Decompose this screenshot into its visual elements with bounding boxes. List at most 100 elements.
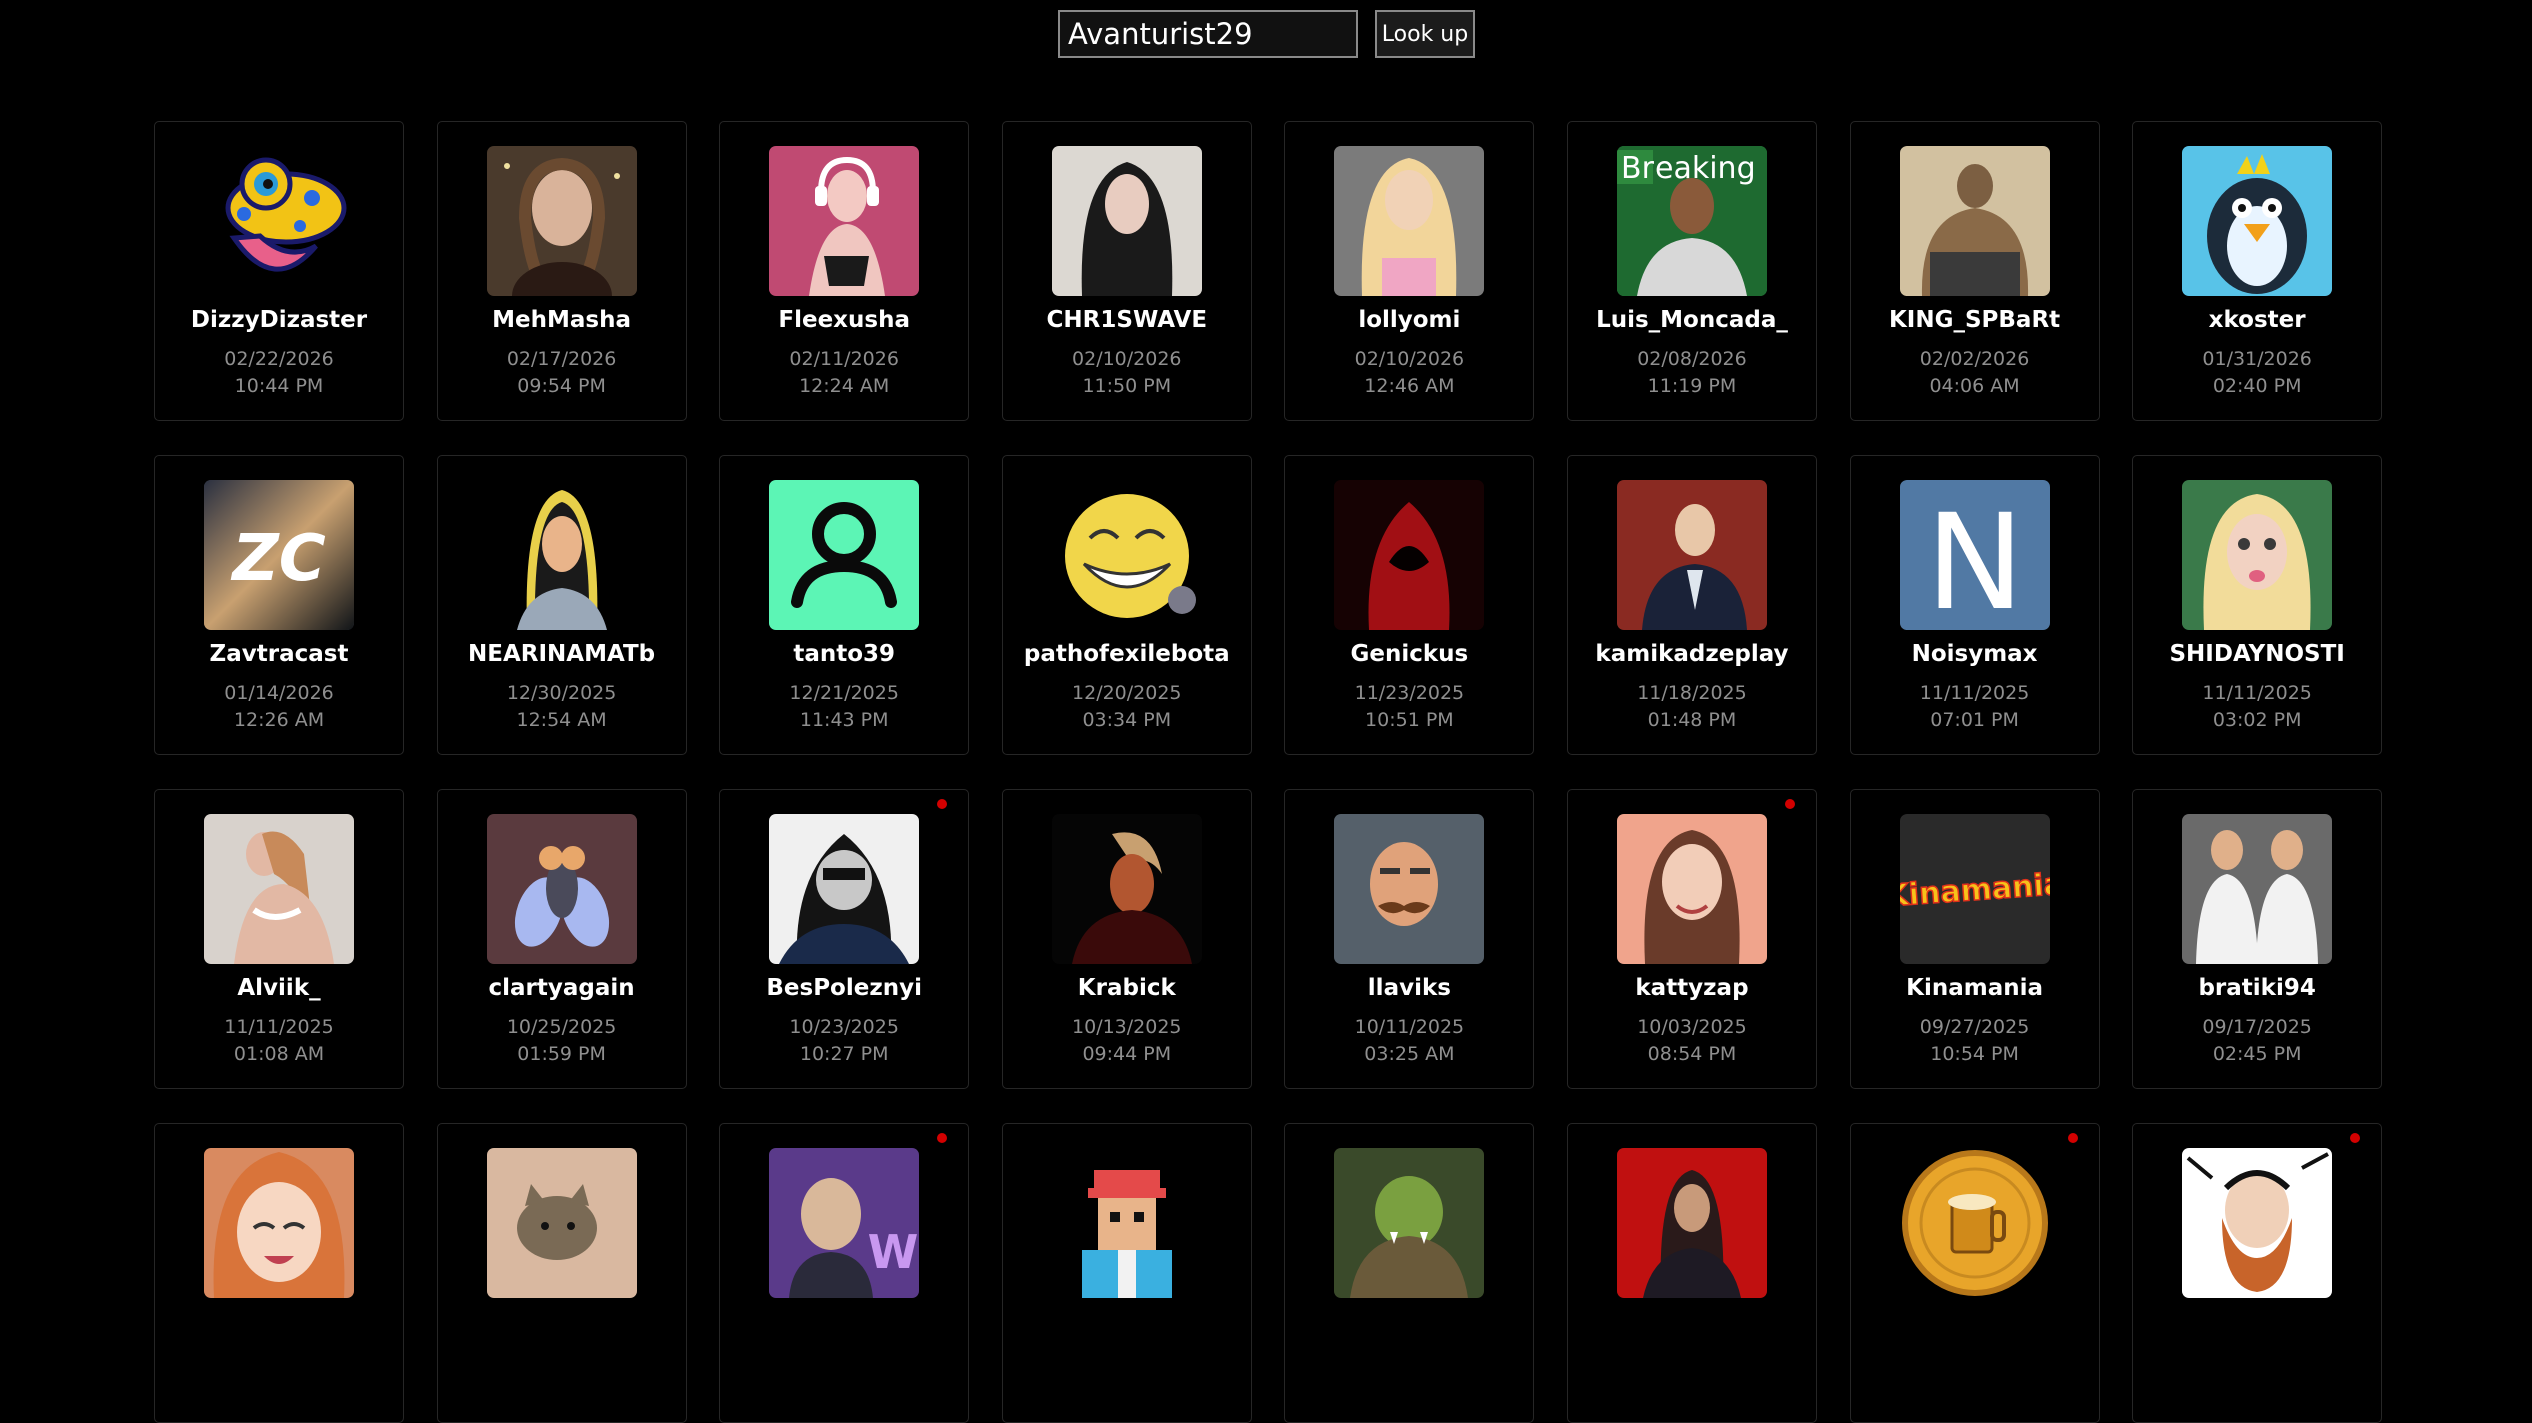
channel-card[interactable]: CHR1SWAVE 02/10/2026 11:50 PM	[1001, 121, 1252, 421]
masked-soldier-icon[interactable]	[769, 814, 920, 964]
look-up-button[interactable]: Look up	[1375, 10, 1475, 58]
pixel-character-icon[interactable]	[1051, 1148, 1202, 1298]
channel-name[interactable]: pathofexilebota	[1003, 641, 1251, 667]
channel-name[interactable]: bratiki94	[2133, 975, 2381, 1001]
channel-card[interactable]: SHIDAYNOSTI 11/11/2025 03:02 PM	[2132, 455, 2383, 755]
woman-red-background-icon[interactable]	[1616, 1148, 1767, 1298]
channel-card[interactable]	[154, 1123, 404, 1423]
live-indicator-dot	[1784, 799, 1795, 809]
dark-character-icon[interactable]	[1051, 814, 1202, 964]
channel-card[interactable]: W	[719, 1123, 970, 1423]
woman-dark-hair-icon[interactable]	[1051, 146, 1202, 296]
channel-card[interactable]: MehMasha 02/17/2026 09:54 PM	[436, 121, 687, 421]
channel-card[interactable]: NEARINAMATb 12/30/2025 12:54 AM	[436, 455, 687, 755]
follow-time: 02:45 PM	[2212, 1043, 2302, 1065]
breaking-bad-portrait-icon[interactable]: Br eaking	[1616, 146, 1767, 296]
channel-name[interactable]: lollyomi	[1285, 307, 1533, 333]
cat-icon[interactable]	[486, 1148, 637, 1298]
channel-card[interactable]: clartyagain 10/25/2025 01:59 PM	[436, 789, 687, 1089]
svg-text:eaking: eaking	[1655, 151, 1756, 186]
zc-logo-icon[interactable]: ZC	[204, 480, 354, 630]
svg-text:W: W	[868, 1225, 919, 1279]
channel-card[interactable]: kamikadzeplay 11/18/2025 01:48 PM	[1566, 455, 1817, 755]
fly-icon[interactable]	[486, 814, 637, 964]
channel-card[interactable]: pathofexilebota 12/20/2025 03:34 PM	[1001, 455, 1252, 755]
channel-card[interactable]: Krabick 10/13/2025 09:44 PM	[1001, 789, 1252, 1089]
channel-name[interactable]: DizzyDizaster	[155, 307, 403, 333]
channel-card[interactable]	[1284, 1123, 1535, 1423]
channel-card[interactable]	[2132, 1123, 2383, 1423]
channel-name[interactable]: tanto39	[720, 641, 968, 667]
channel-card[interactable]: llaviks 10/11/2025 03:25 AM	[1284, 789, 1535, 1089]
smiling-woman-icon[interactable]	[1616, 814, 1767, 964]
channel-name[interactable]: kamikadzeplay	[1568, 641, 1816, 667]
orc-warrior-icon[interactable]	[1334, 1148, 1485, 1298]
channel-card[interactable]: KING_SPBaRt 02/02/2026 04:06 AM	[1849, 121, 2100, 421]
cartoon-woman-icon[interactable]	[486, 480, 637, 630]
channel-card[interactable]	[436, 1123, 687, 1423]
channel-name[interactable]: NEARINAMATb	[438, 641, 686, 667]
channel-card[interactable]: Kinamania Kinamania 09/27/2025 10:54 PM	[1849, 789, 2100, 1089]
user-silhouette-icon[interactable]	[769, 480, 920, 630]
channel-name[interactable]: kattyzap	[1568, 975, 1816, 1001]
two-muscle-men-icon[interactable]	[2182, 814, 2333, 964]
bald-man-icon[interactable]: W	[769, 1148, 920, 1298]
channel-card[interactable]: Genickus 11/23/2025 10:51 PM	[1284, 455, 1535, 755]
channel-card[interactable]: bratiki94 09/17/2025 02:45 PM	[2132, 789, 2383, 1089]
penguin-icon[interactable]	[2182, 146, 2333, 296]
channel-card[interactable]: Fleexusha 02/11/2026 12:24 AM	[719, 121, 970, 421]
channel-name[interactable]: llaviks	[1285, 975, 1533, 1001]
channel-name[interactable]: Luis_Moncada_	[1568, 307, 1816, 333]
muscular-man-icon[interactable]	[1899, 146, 2050, 296]
channel-name[interactable]: Alviik_	[155, 975, 403, 1001]
kinamania-logo-icon[interactable]: Kinamania	[1899, 814, 2050, 964]
channel-name[interactable]: BesPoleznyi	[720, 975, 968, 1001]
letter-n-icon[interactable]: N	[1899, 480, 2050, 630]
channel-name[interactable]: xkoster	[2133, 307, 2381, 333]
channel-card[interactable]: kattyzap 10/03/2025 08:54 PM	[1566, 789, 1817, 1089]
frog-mascot-icon[interactable]	[204, 146, 354, 296]
channel-card[interactable]: xkoster 01/31/2026 02:40 PM	[2132, 121, 2383, 421]
channel-name[interactable]: Krabick	[1003, 975, 1251, 1001]
channel-card[interactable]: DizzyDizaster 02/22/2026 10:44 PM	[154, 121, 404, 421]
channel-name[interactable]: Kinamania	[1851, 975, 2099, 1001]
blonde-doll-face-icon[interactable]	[2182, 480, 2333, 630]
follow-time: 11:19 PM	[1647, 375, 1737, 397]
man-in-suit-icon[interactable]	[1616, 480, 1767, 630]
anime-girl-icon[interactable]	[204, 1148, 354, 1298]
channel-card[interactable]: BesPoleznyi 10/23/2025 10:27 PM	[719, 789, 970, 1089]
channel-name[interactable]: Zavtracast	[155, 641, 403, 667]
bearded-man-sketch-icon[interactable]	[2182, 1148, 2333, 1298]
follow-date: 10/23/2025	[789, 1016, 899, 1038]
woman-portrait-icon[interactable]	[486, 146, 637, 296]
follow-date: 02/11/2026	[789, 348, 899, 370]
woman-lingerie-icon[interactable]	[204, 814, 354, 964]
channel-name[interactable]: Fleexusha	[720, 307, 968, 333]
channel-card[interactable]	[1566, 1123, 1817, 1423]
channel-card[interactable]: N Noisymax 11/11/2025 07:01 PM	[1849, 455, 2100, 755]
channel-name[interactable]: Genickus	[1285, 641, 1533, 667]
channel-card[interactable]	[1001, 1123, 1252, 1423]
live-indicator-dot	[2350, 1133, 2361, 1143]
channel-name[interactable]: Noisymax	[1851, 641, 2099, 667]
search-bar: Look up	[1058, 10, 1475, 58]
channel-card[interactable]: ZC Zavtracast 01/14/2026 12:26 AM	[154, 455, 404, 755]
channel-name[interactable]: CHR1SWAVE	[1003, 307, 1251, 333]
beer-coin-icon[interactable]	[1899, 1148, 2050, 1298]
channel-name[interactable]: SHIDAYNOSTI	[2133, 641, 2381, 667]
woman-headphones-icon[interactable]	[769, 146, 920, 296]
mustache-man-icon[interactable]	[1334, 814, 1485, 964]
troll-face-icon[interactable]	[1051, 480, 1202, 630]
channel-card[interactable]: lollyomi 02/10/2026 12:46 AM	[1284, 121, 1535, 421]
red-hooded-figure-icon[interactable]	[1334, 480, 1485, 630]
follow-date: 12/30/2025	[506, 682, 617, 704]
channel-card[interactable]: tanto39 12/21/2025 11:43 PM	[719, 455, 970, 755]
channel-card[interactable]	[1849, 1123, 2100, 1423]
channel-card[interactable]: Br eaking Luis_Moncada_ 02/08/2026 11:19 PM	[1566, 121, 1817, 421]
username-search-input[interactable]	[1058, 10, 1358, 58]
channel-card[interactable]: Alviik_ 11/11/2025 01:08 AM	[154, 789, 404, 1089]
channel-name[interactable]: clartyagain	[438, 975, 686, 1001]
channel-name[interactable]: KING_SPBaRt	[1851, 307, 2099, 333]
blonde-woman-icon[interactable]	[1334, 146, 1485, 296]
channel-name[interactable]: MehMasha	[438, 307, 686, 333]
